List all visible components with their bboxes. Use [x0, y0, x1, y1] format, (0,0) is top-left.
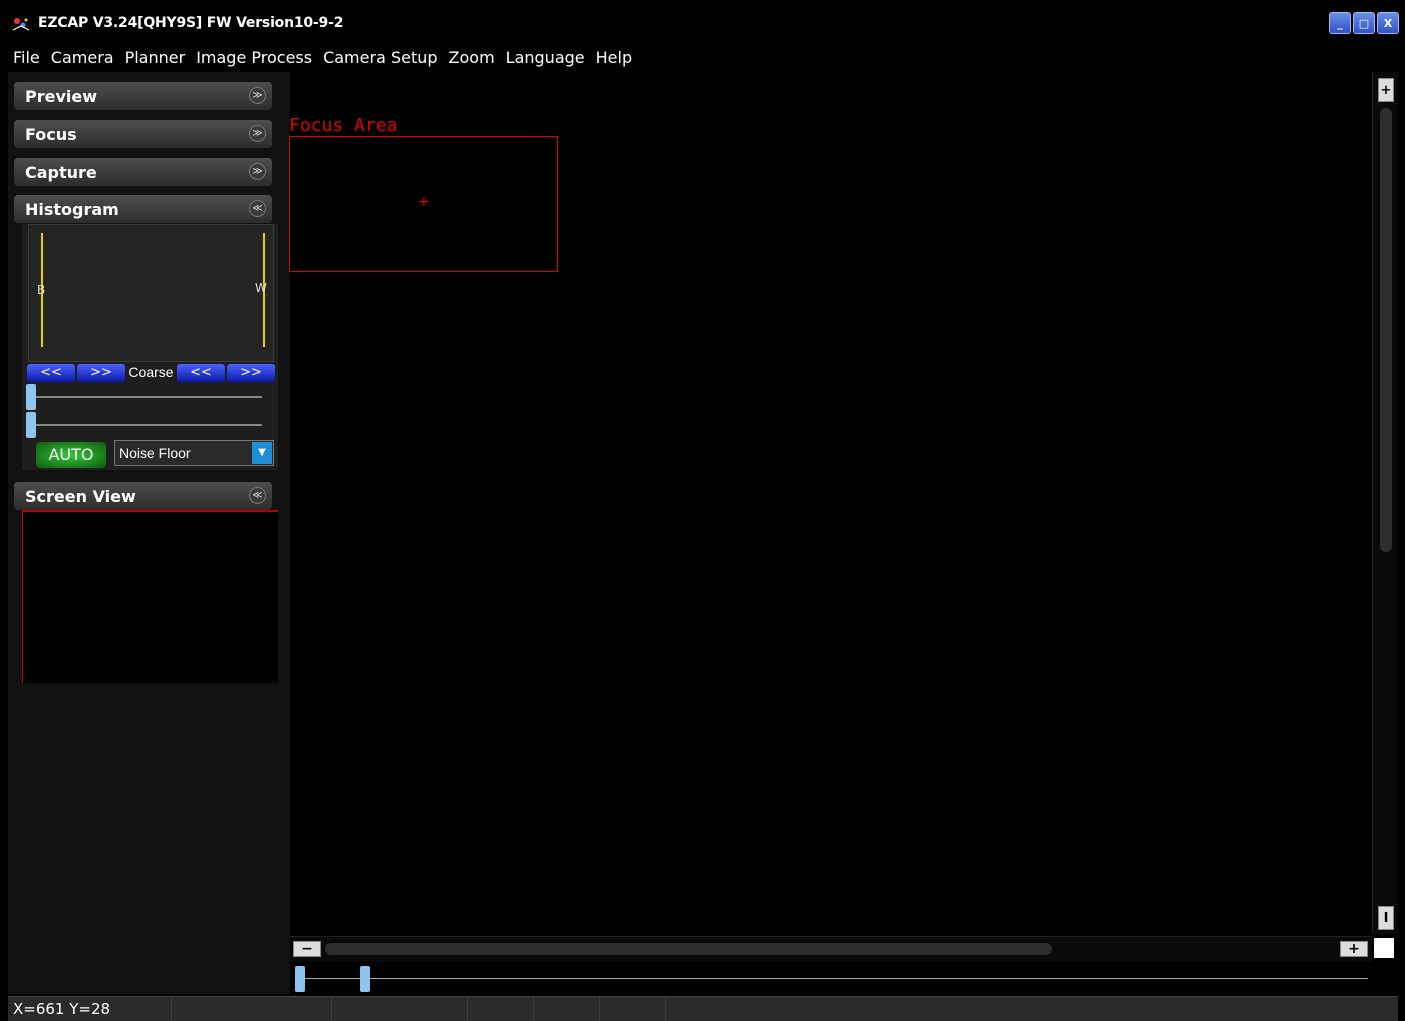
menu-language[interactable]: Language	[501, 48, 591, 67]
scroll-corner	[1374, 938, 1394, 958]
black-point-left-button[interactable]: <<	[27, 364, 75, 382]
black-point-slider[interactable]	[26, 384, 264, 410]
black-point-right-button[interactable]: >>	[77, 364, 125, 382]
focus-area-label: Focus Area	[289, 115, 398, 136]
status-coords-segment: X=661 Y=28	[8, 997, 172, 1021]
status-segment	[172, 997, 332, 1021]
slider-thumb[interactable]	[26, 384, 36, 410]
panel-preview-label: Preview	[25, 87, 98, 106]
horizontal-scrollbar[interactable]: − +	[290, 936, 1372, 962]
white-point-slider[interactable]	[26, 412, 264, 438]
status-segment	[666, 997, 1398, 1021]
status-segment	[534, 997, 600, 1021]
chevron-down-icon[interactable]: ≫	[249, 163, 266, 180]
menu-image-process[interactable]: Image Process	[191, 48, 318, 67]
menu-camera-setup[interactable]: Camera Setup	[318, 48, 443, 67]
window-title: EZCAP V3.24[QHY9S] FW Version10-9-2	[38, 15, 344, 31]
screen-view-thumbnail[interactable]	[22, 510, 278, 683]
histogram-graph: B W	[28, 224, 274, 362]
menu-bar: File Camera Planner Image Process Camera…	[8, 44, 638, 70]
auto-stretch-button[interactable]: AUTO	[36, 442, 106, 468]
chevron-down-icon[interactable]: ≫	[249, 125, 266, 142]
panel-capture-header[interactable]: Capture ≫	[14, 158, 272, 186]
menu-zoom[interactable]: Zoom	[444, 48, 501, 67]
black-point-label: B	[37, 283, 46, 297]
menu-help[interactable]: Help	[591, 48, 638, 67]
stretch-mode-select[interactable]: Noise Floor ▼	[114, 440, 274, 466]
slider-track	[32, 424, 262, 426]
menu-planner[interactable]: Planner	[120, 48, 192, 67]
status-segment	[468, 997, 534, 1021]
range-slider-track	[300, 978, 1368, 979]
slider-thumb[interactable]	[26, 412, 36, 438]
zoom-out-vertical-button[interactable]: I	[1378, 906, 1394, 930]
panel-capture-label: Capture	[25, 163, 97, 182]
panel-focus-header[interactable]: Focus ≫	[14, 120, 272, 148]
coarse-toggle[interactable]: Coarse	[127, 364, 175, 382]
stretch-mode-value: Noise Floor	[119, 445, 191, 461]
menu-camera[interactable]: Camera	[46, 48, 120, 67]
range-slider[interactable]	[290, 964, 1372, 994]
zoom-in-horizontal-button[interactable]: +	[1340, 941, 1368, 957]
title-bar: EZCAP V3.24[QHY9S] FW Version10-9-2 _ □ …	[0, 0, 1405, 44]
minimize-button[interactable]: _	[1329, 12, 1351, 34]
status-coords: X=661 Y=28	[13, 1000, 111, 1018]
white-point-label: W	[255, 281, 267, 295]
menu-file[interactable]: File	[8, 48, 46, 67]
panel-focus-label: Focus	[25, 125, 77, 144]
app-icon	[12, 18, 30, 31]
range-slider-thumb-low[interactable]	[295, 966, 305, 992]
chevron-up-icon[interactable]: ≪	[249, 200, 266, 217]
white-point-left-button[interactable]: <<	[177, 364, 225, 382]
status-segment	[600, 997, 666, 1021]
zoom-in-vertical-button[interactable]: +	[1378, 78, 1394, 102]
crosshair-icon: +	[418, 194, 430, 210]
panel-screen-view-label: Screen View	[25, 487, 136, 506]
panel-histogram-header[interactable]: Histogram ≪	[14, 195, 272, 223]
chevron-up-icon[interactable]: ≪	[249, 487, 266, 504]
histogram-panel: B W << >> Coarse << >> AUTO Noise Floor …	[22, 224, 278, 470]
maximize-button[interactable]: □	[1353, 12, 1375, 34]
range-slider-thumb-high[interactable]	[360, 966, 370, 992]
chevron-down-icon[interactable]: ≫	[249, 87, 266, 104]
vertical-scrollbar[interactable]: + I	[1372, 72, 1398, 934]
zoom-out-horizontal-button[interactable]: −	[293, 941, 321, 957]
panel-histogram-label: Histogram	[25, 200, 119, 219]
dropdown-arrow-icon[interactable]: ▼	[252, 442, 272, 464]
vertical-scroll-thumb[interactable]	[1380, 108, 1392, 552]
status-segment	[332, 997, 468, 1021]
status-bar: X=661 Y=28	[8, 996, 1398, 1021]
horizontal-scroll-thumb[interactable]	[325, 943, 1052, 955]
close-button[interactable]: X	[1377, 12, 1399, 34]
panel-preview-header[interactable]: Preview ≫	[14, 82, 272, 110]
slider-track	[32, 396, 262, 398]
white-point-right-button[interactable]: >>	[227, 364, 275, 382]
panel-screen-view-header[interactable]: Screen View ≪	[14, 482, 272, 510]
